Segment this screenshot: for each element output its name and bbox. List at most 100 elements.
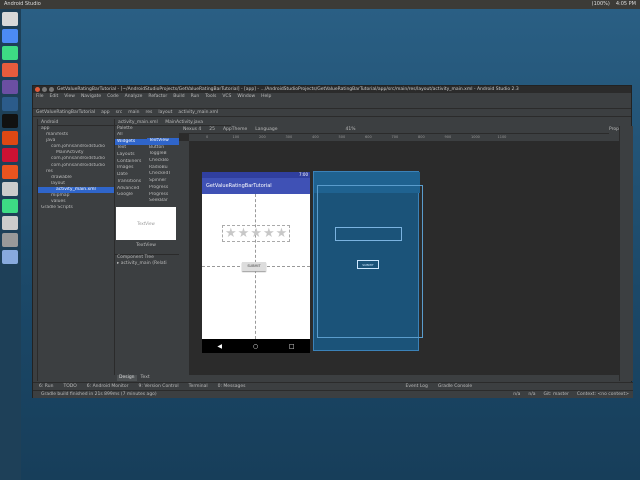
star-icon[interactable]: ★ — [263, 227, 275, 240]
palette-category[interactable]: Transitions — [115, 179, 147, 186]
submit-button[interactable]: SUBMIT — [242, 262, 266, 271]
chrome-icon[interactable] — [2, 29, 18, 43]
menu-run[interactable]: Run — [191, 93, 200, 100]
menu-refactor[interactable]: Refactor — [148, 93, 167, 100]
breadcrumb-item[interactable]: res — [145, 109, 152, 116]
gradle-console-tool[interactable]: Gradle Console — [438, 383, 472, 390]
terminal-icon[interactable] — [2, 114, 18, 128]
battery-indicator[interactable]: (100%) — [592, 0, 610, 9]
menu-view[interactable]: View — [64, 93, 75, 100]
app-icon[interactable] — [2, 131, 18, 145]
star-icon[interactable]: ★ — [250, 227, 262, 240]
zoom-level[interactable]: 41% — [346, 126, 356, 133]
ruler-tick: 1000 — [471, 135, 480, 139]
palette-widget[interactable]: RadioBu — [147, 165, 179, 172]
component-tree-root[interactable]: ▸ activity_main (Relati — [115, 261, 179, 267]
language-selector[interactable]: Language — [255, 126, 277, 133]
rating-bar[interactable]: ★ ★ ★ ★ ★ — [222, 225, 291, 242]
palette-widget[interactable]: ToggleB — [147, 151, 179, 158]
menu-edit[interactable]: Edit — [50, 93, 59, 100]
breadcrumb-item[interactable]: src — [116, 109, 123, 116]
palette-widget[interactable]: Button — [147, 145, 179, 152]
menu-code[interactable]: Code — [107, 93, 119, 100]
tab-text[interactable]: Text — [141, 375, 150, 381]
palette-category[interactable]: Advanced — [115, 186, 147, 193]
tree-item[interactable]: Gradle Scripts — [38, 205, 114, 211]
palette-widget[interactable]: CheckBo — [147, 158, 179, 165]
run-tool[interactable]: 6: Run — [39, 383, 53, 390]
menu-window[interactable]: Window — [237, 93, 255, 100]
blueprint-submit-button[interactable]: SUBMIT — [357, 260, 379, 269]
right-tool-tabs[interactable] — [619, 126, 633, 381]
app-icon[interactable] — [2, 199, 18, 213]
menu-file[interactable]: File — [36, 93, 44, 100]
maximize-icon[interactable] — [49, 87, 54, 92]
android-studio-icon[interactable] — [2, 46, 18, 60]
star-icon[interactable]: ★ — [238, 227, 250, 240]
breadcrumb-item[interactable]: app — [101, 109, 109, 116]
todo-tool[interactable]: TODO — [63, 383, 76, 390]
breadcrumb-item[interactable]: main — [128, 109, 139, 116]
trash-icon[interactable] — [2, 250, 18, 264]
palette-widget[interactable]: TextView — [147, 138, 179, 145]
event-log-tool[interactable]: Event Log — [406, 383, 428, 390]
menu-vcs[interactable]: VCS — [222, 93, 231, 100]
device-preview[interactable]: 7:00 GetValueRatingBarTutorial ★ ★ ★ ★ ★ SUB… — [202, 172, 310, 353]
theme-selector[interactable]: AppTheme — [223, 126, 247, 133]
palette-widget[interactable]: Progress — [147, 192, 179, 199]
breadcrumb-item[interactable]: layout — [158, 109, 172, 116]
window-controls — [35, 87, 54, 92]
palette-category[interactable]: Layouts — [115, 152, 147, 159]
palette-category[interactable]: Widgets — [115, 138, 147, 146]
version-control-tool[interactable]: 9: Version Control — [139, 383, 179, 390]
main-toolbar — [33, 100, 631, 109]
palette-category[interactable]: Text — [115, 145, 147, 152]
tab-main-activity[interactable]: MainActivity.java — [165, 120, 203, 125]
menu-tools[interactable]: Tools — [205, 93, 216, 100]
context-indicator[interactable]: Context: <no context> — [577, 391, 629, 399]
palette-widget[interactable]: SeekBar — [147, 198, 179, 205]
messages-tool[interactable]: 0: Messages — [218, 383, 246, 390]
git-branch[interactable]: Git: master — [544, 391, 569, 399]
clock[interactable]: 4:05 PM — [616, 0, 636, 9]
palette-category[interactable]: Date — [115, 172, 147, 179]
minimize-icon[interactable] — [42, 87, 47, 92]
dash-icon[interactable] — [2, 12, 18, 26]
palette-category[interactable]: Containers — [115, 159, 147, 166]
palette-widget[interactable]: CheckedT — [147, 171, 179, 178]
menu-analyze[interactable]: Analyze — [125, 93, 143, 100]
terminal-tool[interactable]: Terminal — [189, 383, 208, 390]
app-icon[interactable] — [2, 182, 18, 196]
api-level-selector[interactable]: 25 — [209, 126, 215, 133]
breadcrumb-item[interactable]: GetValueRatingBarTutorial — [36, 109, 95, 116]
device-selector[interactable]: Nexus 4 — [183, 126, 201, 133]
menu-build[interactable]: Build — [173, 93, 184, 100]
ruler-tick: 400 — [312, 135, 319, 139]
star-icon[interactable]: ★ — [225, 227, 237, 240]
files-icon[interactable] — [2, 63, 18, 77]
blueprint-rating-bar[interactable] — [335, 227, 402, 241]
android-monitor-tool[interactable]: 6: Android Monitor — [87, 383, 129, 390]
app-icon[interactable] — [2, 216, 18, 230]
menu-help[interactable]: Help — [261, 93, 271, 100]
project-view-selector[interactable]: Android — [38, 119, 114, 126]
palette-widget[interactable]: Spinner — [147, 178, 179, 185]
software-center-icon[interactable] — [2, 165, 18, 179]
app-icon[interactable] — [2, 233, 18, 247]
star-icon[interactable]: ★ — [276, 227, 288, 240]
palette-widget[interactable]: Progress — [147, 185, 179, 192]
app-icon[interactable] — [2, 97, 18, 111]
blueprint-preview[interactable]: SUBMIT — [313, 171, 423, 351]
menu-navigate[interactable]: Navigate — [81, 93, 101, 100]
status-right: n/a n/a Git: master Context: <no context… — [513, 391, 629, 399]
close-icon[interactable] — [35, 87, 40, 92]
palette-category[interactable]: All — [115, 132, 147, 139]
app-icon[interactable] — [2, 148, 18, 162]
app-icon[interactable] — [2, 80, 18, 94]
tab-design[interactable]: Design — [117, 375, 137, 381]
tab-activity-main[interactable]: activity_main.xml — [118, 120, 158, 125]
palette-category[interactable]: Images — [115, 165, 147, 172]
breadcrumb-item[interactable]: activity_main.xml — [178, 109, 218, 116]
design-canvas[interactable]: 0 100 200 300 400 500 600 700 800 900 1000 1100 7:0… — [179, 134, 619, 375]
palette-category[interactable]: Google — [115, 192, 147, 199]
